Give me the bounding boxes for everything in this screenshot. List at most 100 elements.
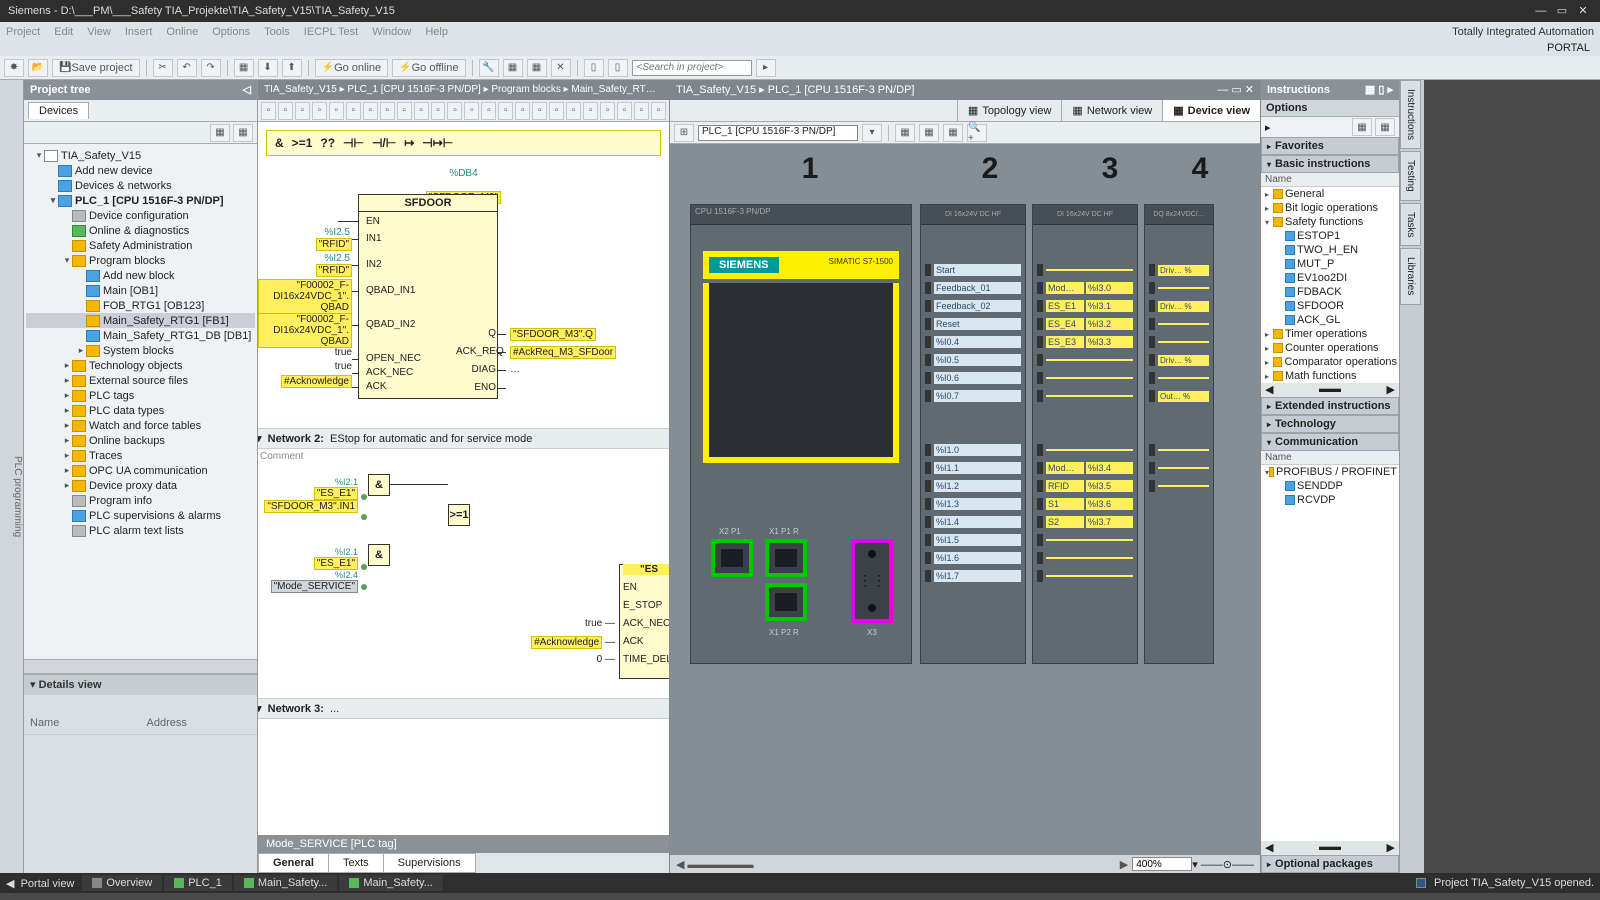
lad-op[interactable]: ⊣↦⊢ xyxy=(422,136,453,150)
sect-basic[interactable]: ▾Basic instructions xyxy=(1261,155,1399,173)
and-gate-2[interactable]: & xyxy=(368,544,390,566)
tb-icon[interactable]: 🔧 xyxy=(479,59,499,77)
instr-item[interactable]: ▾Safety functions xyxy=(1261,215,1399,229)
tab-topology[interactable]: ▦ Topology view xyxy=(957,100,1062,121)
dd-icon[interactable]: ▾ xyxy=(862,124,882,142)
rack-view[interactable]: 12 34 CPU 1516F-3 PN/DP SIEMENS SIMATIC … xyxy=(670,144,1260,855)
instr-item[interactable]: SFDOOR xyxy=(1261,299,1399,313)
io-channel[interactable]: %I1.7 xyxy=(925,567,1021,585)
download-icon[interactable]: ⬇ xyxy=(258,59,278,77)
sect-favorites[interactable]: ▸Favorites xyxy=(1261,137,1399,155)
tree-item[interactable]: Device configuration xyxy=(26,208,255,223)
tree-item[interactable]: Program info xyxy=(26,493,255,508)
new-icon[interactable]: ✸ xyxy=(4,59,24,77)
menu-edit[interactable]: Edit xyxy=(54,26,73,38)
ed-tb-icon[interactable]: ▫ xyxy=(380,102,395,120)
tree-item[interactable]: ▸Technology objects xyxy=(26,358,255,373)
cpu-module[interactable]: CPU 1516F-3 PN/DP SIEMENS SIMATIC S7-150… xyxy=(690,204,912,664)
fb-input-tag[interactable]: %I2.5"RFID" xyxy=(258,253,352,277)
instr-item[interactable]: ▸General xyxy=(1261,187,1399,201)
zoom-input[interactable] xyxy=(1132,857,1192,871)
io-channel[interactable]: %I1.1 xyxy=(925,459,1021,477)
io-channel[interactable]: Mod…%I3.4 xyxy=(1037,459,1133,477)
device-scrollbar[interactable]: ◀ ▬▬▬▬▬▬ ▶ ▾ ——⊙—— xyxy=(670,855,1260,873)
instr-item[interactable]: ▸Comparator operations xyxy=(1261,355,1399,369)
tree-item[interactable]: ▾Program blocks xyxy=(26,253,255,268)
instr-item[interactable]: SENDDP xyxy=(1261,479,1399,493)
n2-signal[interactable]: %I2.4"Mode_SERVICE" xyxy=(258,570,358,593)
tb-icon[interactable]: ✕ xyxy=(551,59,571,77)
fb-output-tag[interactable]: #AckReq_M3_SFDoor xyxy=(510,346,616,359)
menu-options[interactable]: Options xyxy=(212,26,250,38)
tree-item[interactable]: ▸PLC tags xyxy=(26,388,255,403)
tree-item[interactable]: ▸OPC UA communication xyxy=(26,463,255,478)
opt-chevron-icon[interactable]: ▸ xyxy=(1265,121,1271,134)
lad-op[interactable]: ?? xyxy=(320,136,335,150)
dev-tb-icon[interactable]: ▦ xyxy=(943,124,963,142)
save-button[interactable]: 💾 Save project xyxy=(52,59,140,77)
io-channel[interactable]: S2%I3.7 xyxy=(1037,513,1133,531)
io-channel[interactable]: %I1.2 xyxy=(925,477,1021,495)
io-channel[interactable]: %I1.0 xyxy=(925,441,1021,459)
cut-icon[interactable]: ✂ xyxy=(153,59,173,77)
upload-icon[interactable]: ⬆ xyxy=(282,59,302,77)
io-channel[interactable]: Driv… % xyxy=(1149,351,1209,369)
ed-tb-icon[interactable]: ▫ xyxy=(600,102,615,120)
network3-header[interactable]: ▾ Network 3: ... xyxy=(258,698,669,719)
io-channel[interactable]: Reset xyxy=(925,315,1021,333)
lad-op[interactable]: & xyxy=(275,136,284,150)
fb-input-tag[interactable]: true xyxy=(258,347,352,358)
tb-icon[interactable]: ▦ xyxy=(527,59,547,77)
opt-icon[interactable]: ▦ xyxy=(1352,118,1372,136)
tree-item[interactable]: Add new block xyxy=(26,268,255,283)
menu-view[interactable]: View xyxy=(87,26,111,38)
side-tab-testing[interactable]: Testing xyxy=(1400,151,1421,201)
io-channel[interactable]: Driv… % xyxy=(1149,261,1209,279)
n2-signal[interactable]: "SFDOOR_M3".IN1 xyxy=(258,500,358,513)
network2-comment[interactable]: Comment xyxy=(258,449,669,464)
io-channel[interactable]: Out… % xyxy=(1149,387,1209,405)
taskbar-item[interactable]: Main_Safety... xyxy=(339,875,443,891)
tree-item[interactable]: ▸Traces xyxy=(26,448,255,463)
io-channel[interactable]: Driv… % xyxy=(1149,297,1209,315)
io-channel[interactable] xyxy=(1149,333,1209,351)
tb-icon[interactable]: ▯ xyxy=(584,59,604,77)
tb-icon[interactable]: ▦ xyxy=(503,59,523,77)
ed-tab[interactable]: Texts xyxy=(328,853,384,873)
fbd-canvas[interactable]: %DB4 "SFDOOR_M3" SFDOOR EN %I2.5"RFID" I… xyxy=(258,164,669,835)
lad-op[interactable]: ⊣/⊢ xyxy=(372,136,396,150)
io-channel[interactable]: ES_E4%I3.2 xyxy=(1037,315,1133,333)
maximize-button[interactable]: ▭ xyxy=(1553,0,1571,22)
portal-view-button[interactable]: ◀ Portal view xyxy=(6,877,74,890)
instr-item[interactable]: ▸Counter operations xyxy=(1261,341,1399,355)
ed-tab[interactable]: Supervisions xyxy=(383,853,476,873)
ed-tb-icon[interactable]: ▫ xyxy=(634,102,649,120)
tree-tb-icon[interactable]: ▦ xyxy=(210,124,230,142)
io-channel[interactable]: %I1.3 xyxy=(925,495,1021,513)
instr-item[interactable]: MUT_P xyxy=(1261,257,1399,271)
io-channel[interactable]: Start xyxy=(925,261,1021,279)
tree-item[interactable]: ▸Device proxy data xyxy=(26,478,255,493)
tree-item[interactable]: FOB_RTG1 [OB123] xyxy=(26,298,255,313)
sect-optional[interactable]: ▸Optional packages xyxy=(1261,855,1399,873)
tree-item[interactable]: Online & diagnostics xyxy=(26,223,255,238)
ed-tb-icon[interactable]: ▫ xyxy=(532,102,547,120)
n2-signal[interactable]: %I2.1"ES_E1" xyxy=(258,477,358,500)
instr-item[interactable]: TWO_H_EN xyxy=(1261,243,1399,257)
opt-icon[interactable]: ▦ xyxy=(1375,118,1395,136)
io-channel[interactable] xyxy=(1149,279,1209,297)
taskbar-item[interactable]: Main_Safety... xyxy=(234,875,338,891)
tree-item[interactable]: ▸Online backups xyxy=(26,433,255,448)
io-channel[interactable]: RFID%I3.5 xyxy=(1037,477,1133,495)
taskbar-item[interactable]: Overview xyxy=(82,875,162,891)
menu-project[interactable]: Project xyxy=(6,26,40,38)
dev-tb-icon[interactable]: ▦ xyxy=(895,124,915,142)
tab-network[interactable]: ▦ Network view xyxy=(1061,100,1162,121)
fb-input-tag[interactable]: "F00002_F-DI16x24VDC_1". QBAD xyxy=(258,313,352,348)
tree-item[interactable]: Safety Administration xyxy=(26,238,255,253)
ed-tb-icon[interactable]: ▫ xyxy=(261,102,276,120)
io-module-4[interactable]: DQ 8x24VDC/… Driv… %Driv… %Driv… %Out… % xyxy=(1144,204,1214,664)
ed-tb-icon[interactable]: ▫ xyxy=(464,102,479,120)
io-channel[interactable]: Mod…%I3.0 xyxy=(1037,279,1133,297)
ed-tb-icon[interactable]: ▫ xyxy=(346,102,361,120)
